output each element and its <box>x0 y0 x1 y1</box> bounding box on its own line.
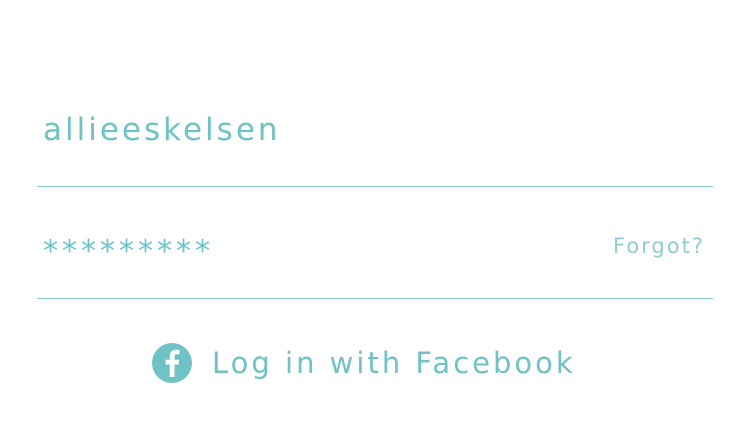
username-field[interactable]: allieeskelsen <box>37 88 713 187</box>
facebook-icon[interactable] <box>152 343 192 383</box>
forgot-password-link[interactable]: Forgot? <box>613 234 705 258</box>
password-field[interactable]: ********* Forgot? <box>37 200 713 299</box>
username-input-value[interactable]: allieeskelsen <box>43 112 281 148</box>
password-input-value[interactable]: ********* <box>43 234 214 269</box>
facebook-login-label: Log in with Facebook <box>212 346 576 380</box>
login-screen: allieeskelsen ********* Forgot? Log in w… <box>0 0 750 424</box>
facebook-login-button[interactable]: Log in with Facebook <box>152 340 576 386</box>
